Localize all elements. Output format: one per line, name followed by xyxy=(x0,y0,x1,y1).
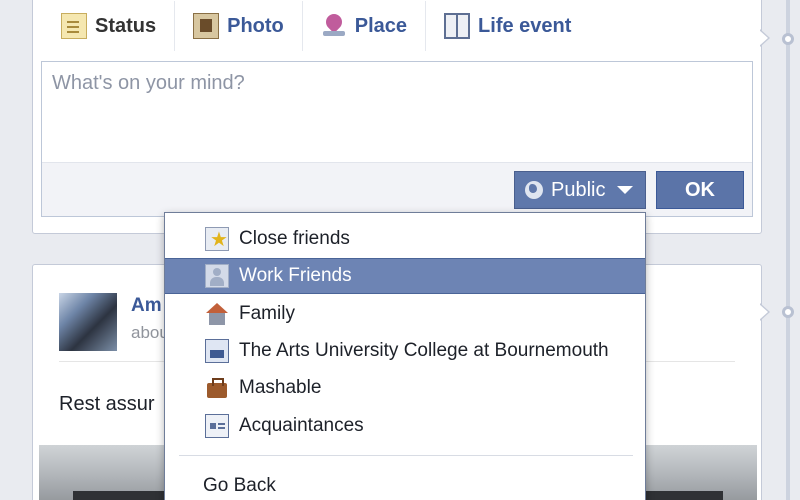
tab-photo[interactable]: Photo xyxy=(175,1,303,51)
briefcase-icon xyxy=(205,376,229,400)
menu-item-label: Mashable xyxy=(239,377,322,398)
menu-item-label: Close friends xyxy=(239,228,350,249)
menu-divider xyxy=(179,455,633,456)
timeline-connector xyxy=(759,29,770,47)
place-icon xyxy=(321,13,347,39)
composer-box: What's on your mind? Public OK xyxy=(41,61,753,217)
audience-dropdown-menu: Close friends Work Friends Family The Ar… xyxy=(164,212,646,500)
star-list-icon xyxy=(205,227,229,252)
menu-item-label: The Arts University College at Bournemou… xyxy=(239,340,609,361)
chevron-down-icon xyxy=(617,186,634,194)
author-name[interactable]: Am xyxy=(131,295,162,317)
contact-card-icon xyxy=(205,414,229,438)
life-event-icon xyxy=(444,13,471,39)
menu-item-school[interactable]: The Arts University College at Bournemou… xyxy=(165,333,645,369)
menu-item-label: Work Friends xyxy=(239,265,352,286)
menu-item-label: Family xyxy=(239,303,295,324)
work-list-icon xyxy=(205,264,229,288)
photo-icon xyxy=(193,13,220,39)
menu-item-mashable[interactable]: Mashable xyxy=(165,370,645,406)
tab-status[interactable]: Status xyxy=(43,1,176,51)
status-icon xyxy=(61,13,87,39)
status-input[interactable]: What's on your mind? xyxy=(42,62,752,162)
avatar[interactable] xyxy=(59,293,117,351)
composer-tabs: Status Photo Place Life event xyxy=(43,1,589,51)
tab-place[interactable]: Place xyxy=(303,1,427,51)
post-text: Rest assur xyxy=(59,393,155,415)
tab-label: Status xyxy=(95,14,157,37)
tab-label: Life event xyxy=(478,14,572,37)
timeline-dot xyxy=(782,33,794,45)
tab-life-event[interactable]: Life event xyxy=(426,1,589,51)
go-back-item[interactable]: Go Back xyxy=(203,475,276,497)
status-composer: Status Photo Place Life event What's on … xyxy=(32,0,762,234)
composer-footer: Public OK xyxy=(42,162,752,216)
tab-label: Photo xyxy=(227,14,284,37)
audience-label: Public xyxy=(551,178,606,201)
school-icon xyxy=(205,339,229,363)
menu-item-label: Acquaintances xyxy=(239,415,364,436)
audience-selector-button[interactable]: Public xyxy=(514,171,646,209)
tab-label: Place xyxy=(354,14,408,37)
menu-item-family[interactable]: Family xyxy=(165,296,645,332)
menu-item-close-friends[interactable]: Close friends xyxy=(165,221,645,257)
menu-item-acquaintances[interactable]: Acquaintances xyxy=(165,408,645,444)
home-icon xyxy=(205,302,229,326)
timeline-dot xyxy=(782,306,794,318)
ok-button[interactable]: OK xyxy=(656,171,744,209)
menu-item-work-friends[interactable]: Work Friends xyxy=(165,258,645,294)
timeline-line xyxy=(786,0,790,500)
timeline-connector xyxy=(759,303,770,321)
globe-icon xyxy=(525,181,543,199)
